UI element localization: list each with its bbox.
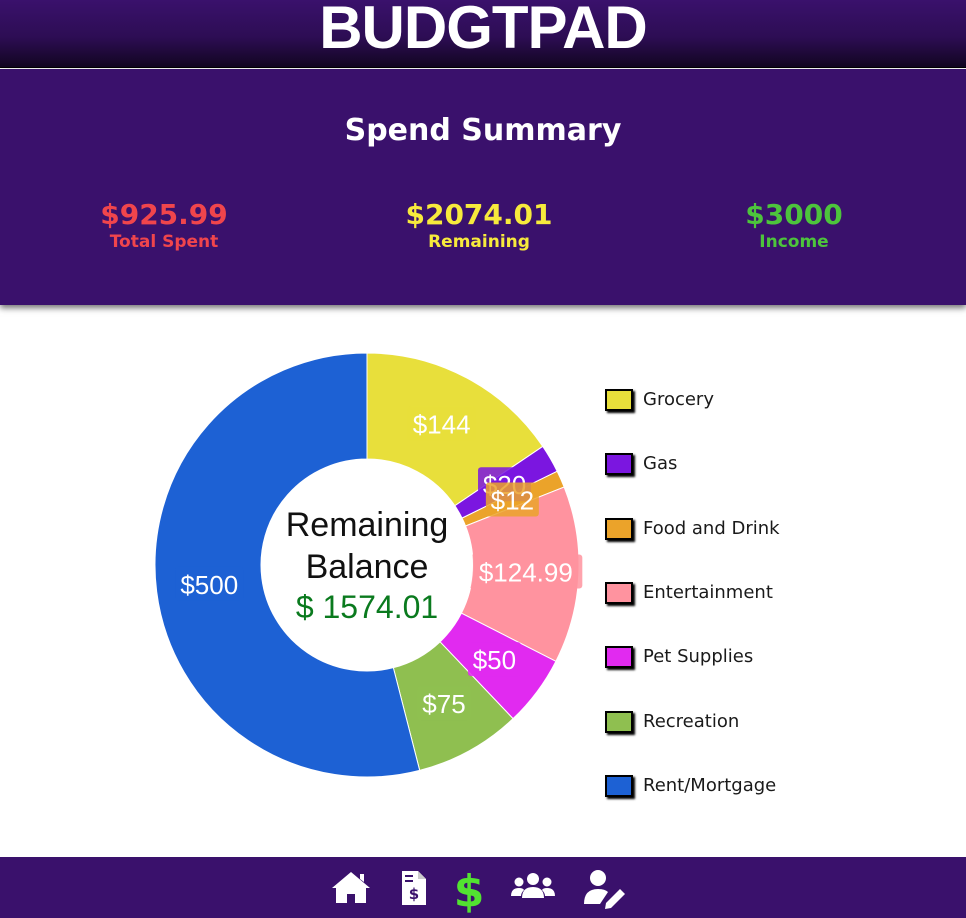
nav-bills-button[interactable]: $ — [388, 863, 438, 913]
slice-label-rent-mortgage: $500 — [175, 566, 244, 601]
legend-swatch — [605, 389, 633, 411]
legend-swatch — [605, 774, 633, 797]
svg-text:$: $ — [454, 866, 485, 913]
total-spent-label: Total Spent — [109, 232, 219, 252]
remaining-value: $2074.01 — [405, 198, 553, 231]
svg-text:$50: $50 — [473, 645, 516, 675]
legend-label: Gas — [643, 453, 678, 475]
nav-group-button[interactable] — [508, 863, 558, 913]
svg-text:$75: $75 — [422, 689, 465, 719]
center-balance-value: $ 1574.01 — [296, 589, 438, 625]
legend-item-grocery[interactable]: Grocery — [605, 388, 935, 418]
legend-label: Food and Drink — [643, 517, 780, 539]
income-label: Income — [759, 232, 829, 252]
legend-swatch — [605, 646, 633, 669]
total-spent-stat: $925.99 Total Spent — [44, 197, 284, 254]
nav-spending-button[interactable]: $ — [444, 863, 494, 917]
legend-item-pet-supplies[interactable]: Pet Supplies — [605, 645, 935, 675]
legend-item-rent-mortgage[interactable]: Rent/Mortgage — [605, 774, 935, 804]
legend-label: Recreation — [643, 710, 740, 732]
legend-item-food-and-drink[interactable]: Food and Drink — [605, 517, 935, 547]
users-icon — [511, 873, 555, 898]
legend-label: Entertainment — [643, 581, 773, 603]
slice-label-food-and-drink: $12 — [485, 482, 539, 517]
legend-item-entertainment[interactable]: Entertainment — [605, 581, 935, 611]
legend-label: Grocery — [643, 389, 714, 410]
remaining-stat: $2074.01 Remaining — [359, 197, 599, 254]
slice-label-pet-supplies: $50 — [467, 642, 521, 677]
svg-text:$144: $144 — [413, 410, 471, 440]
nav-home-button[interactable] — [326, 863, 376, 913]
svg-text:$500: $500 — [180, 570, 238, 600]
spend-summary-panel: Spend Summary $925.99 Total Spent $2074.… — [0, 69, 966, 305]
donut-chart: $144$20$12$124.99$50$75$500 Remaining Ba… — [154, 352, 583, 778]
legend-label: Pet Supplies — [643, 646, 754, 668]
legend-swatch — [605, 453, 633, 476]
slice-label-recreation: $75 — [417, 686, 471, 721]
center-label-line1: Remaining — [286, 506, 449, 544]
home-icon — [332, 872, 370, 903]
dollar-icon: $ — [454, 866, 485, 917]
income-value: $3000 — [745, 198, 843, 231]
svg-text:$124.99: $124.99 — [479, 558, 573, 588]
app-title: BUDGTPAD — [319, 0, 648, 61]
nav-profile-button[interactable] — [580, 863, 630, 913]
legend-swatch — [605, 517, 633, 540]
slice-label-entertainment: $124.99 — [469, 554, 583, 589]
legend-label: Rent/Mortgage — [643, 774, 777, 796]
summary-title: Spend Summary — [344, 113, 622, 148]
legend-item-gas[interactable]: Gas — [605, 452, 935, 482]
remaining-label: Remaining — [428, 232, 530, 252]
bottom-nav: $ $ — [0, 857, 966, 918]
center-label-line2: Balance — [306, 548, 429, 586]
slice-label-grocery: $144 — [407, 406, 476, 441]
legend-swatch — [605, 581, 633, 604]
invoice-icon: $ — [402, 871, 426, 905]
app-header: BUDGTPAD — [0, 0, 966, 68]
legend-swatch — [605, 710, 633, 733]
user-edit-icon — [584, 870, 625, 909]
svg-text:$12: $12 — [491, 486, 534, 516]
legend-item-recreation[interactable]: Recreation — [605, 710, 935, 740]
total-spent-value: $925.99 — [100, 198, 228, 231]
income-stat: $3000 Income — [674, 197, 914, 254]
svg-text:$: $ — [409, 885, 419, 903]
